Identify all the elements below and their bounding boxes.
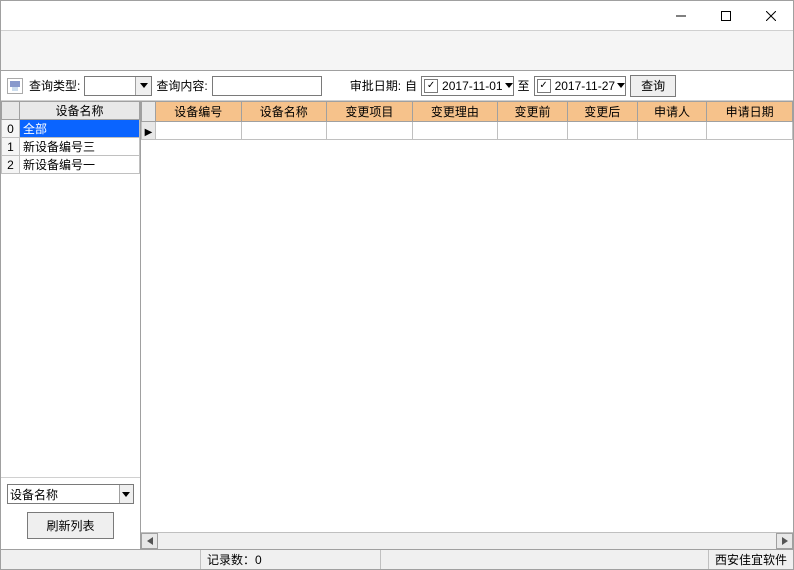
to-label: 至 — [518, 77, 530, 94]
audit-date-label: 审批日期: — [350, 77, 401, 94]
chevron-down-icon[interactable] — [135, 77, 151, 95]
date-to-check-icon[interactable]: ✓ — [537, 79, 551, 93]
query-type-label: 查询类型: — [29, 77, 80, 94]
date-from-picker[interactable]: ✓ 2017-11-01 — [421, 76, 514, 96]
row-index: 1 — [2, 138, 20, 156]
query-type-combo[interactable] — [84, 76, 152, 96]
content-area: 设备名称 0全部1新设备编号三2新设备编号一 刷新列表 — [1, 101, 793, 549]
column-header[interactable]: 申请人 — [637, 102, 707, 122]
date-from-value: 2017-11-01 — [440, 79, 505, 93]
app-window: 查询类型: 查询内容: 审批日期: 自 ✓ 2017-11-01 至 ✓ 201… — [0, 0, 794, 570]
sidebar: 设备名称 0全部1新设备编号三2新设备编号一 刷新列表 — [1, 101, 141, 549]
table-row[interactable]: ▶ — [142, 122, 793, 140]
maximize-button[interactable] — [703, 1, 748, 30]
list-item[interactable]: 0全部 — [2, 120, 140, 138]
device-name: 全部 — [20, 120, 140, 138]
column-header[interactable]: 变更后 — [567, 102, 637, 122]
column-header[interactable]: 变更项目 — [327, 102, 413, 122]
vendor-cell: 西安佳宜软件 — [709, 550, 793, 569]
filter-icon[interactable] — [7, 78, 23, 94]
chevron-down-icon[interactable] — [617, 83, 625, 88]
row-marker: ▶ — [142, 122, 156, 140]
titlebar — [1, 1, 793, 31]
scroll-left-icon[interactable] — [141, 533, 158, 549]
status-spacer — [381, 550, 709, 569]
device-name: 新设备编号一 — [20, 156, 140, 174]
scroll-right-icon[interactable] — [776, 533, 793, 549]
search-button[interactable]: 查询 — [630, 75, 676, 97]
record-count-label: 记录数： — [207, 551, 255, 568]
row-selector-header — [142, 102, 156, 122]
chevron-down-icon[interactable] — [119, 485, 133, 503]
date-from-check-icon[interactable]: ✓ — [424, 79, 438, 93]
sidebar-bottom: 刷新列表 — [1, 477, 140, 549]
list-item[interactable]: 1新设备编号三 — [2, 138, 140, 156]
sidebar-filter-input[interactable] — [8, 485, 119, 503]
minimize-button[interactable] — [658, 1, 703, 30]
record-count-value: 0 — [255, 553, 262, 567]
query-content-label: 查询内容: — [156, 77, 207, 94]
row-index: 2 — [2, 156, 20, 174]
list-item[interactable]: 2新设备编号一 — [2, 156, 140, 174]
device-list: 设备名称 0全部1新设备编号三2新设备编号一 — [1, 101, 140, 477]
refresh-list-button[interactable]: 刷新列表 — [27, 512, 113, 539]
query-content-input[interactable] — [212, 76, 322, 96]
filter-bar: 查询类型: 查询内容: 审批日期: 自 ✓ 2017-11-01 至 ✓ 201… — [1, 71, 793, 101]
device-name-header[interactable]: 设备名称 — [20, 102, 140, 120]
close-button[interactable] — [748, 1, 793, 30]
sidebar-filter-combo[interactable] — [7, 484, 134, 504]
row-header-col — [2, 102, 20, 120]
date-to-picker[interactable]: ✓ 2017-11-27 — [534, 76, 627, 96]
column-header[interactable]: 申请日期 — [707, 102, 793, 122]
toolbar-area — [1, 31, 793, 71]
column-header[interactable]: 设备编号 — [156, 102, 242, 122]
chevron-down-icon[interactable] — [505, 83, 513, 88]
statusbar: 记录数： 0 西安佳宜软件 — [1, 549, 793, 569]
status-cell-1 — [1, 550, 201, 569]
date-to-value: 2017-11-27 — [553, 79, 618, 93]
column-header[interactable]: 变更前 — [498, 102, 568, 122]
column-header[interactable]: 变更理由 — [412, 102, 498, 122]
query-type-input[interactable] — [85, 77, 135, 95]
from-label: 自 — [405, 77, 417, 94]
row-index: 0 — [2, 120, 20, 138]
main-grid-wrap: 设备编号设备名称变更项目变更理由变更前变更后申请人申请日期 ▶ — [141, 101, 793, 549]
scroll-track[interactable] — [158, 533, 776, 549]
device-name: 新设备编号三 — [20, 138, 140, 156]
horizontal-scrollbar[interactable] — [141, 532, 793, 549]
main-grid[interactable]: 设备编号设备名称变更项目变更理由变更前变更后申请人申请日期 ▶ — [141, 101, 793, 532]
column-header[interactable]: 设备名称 — [241, 102, 327, 122]
record-count-cell: 记录数： 0 — [201, 550, 381, 569]
